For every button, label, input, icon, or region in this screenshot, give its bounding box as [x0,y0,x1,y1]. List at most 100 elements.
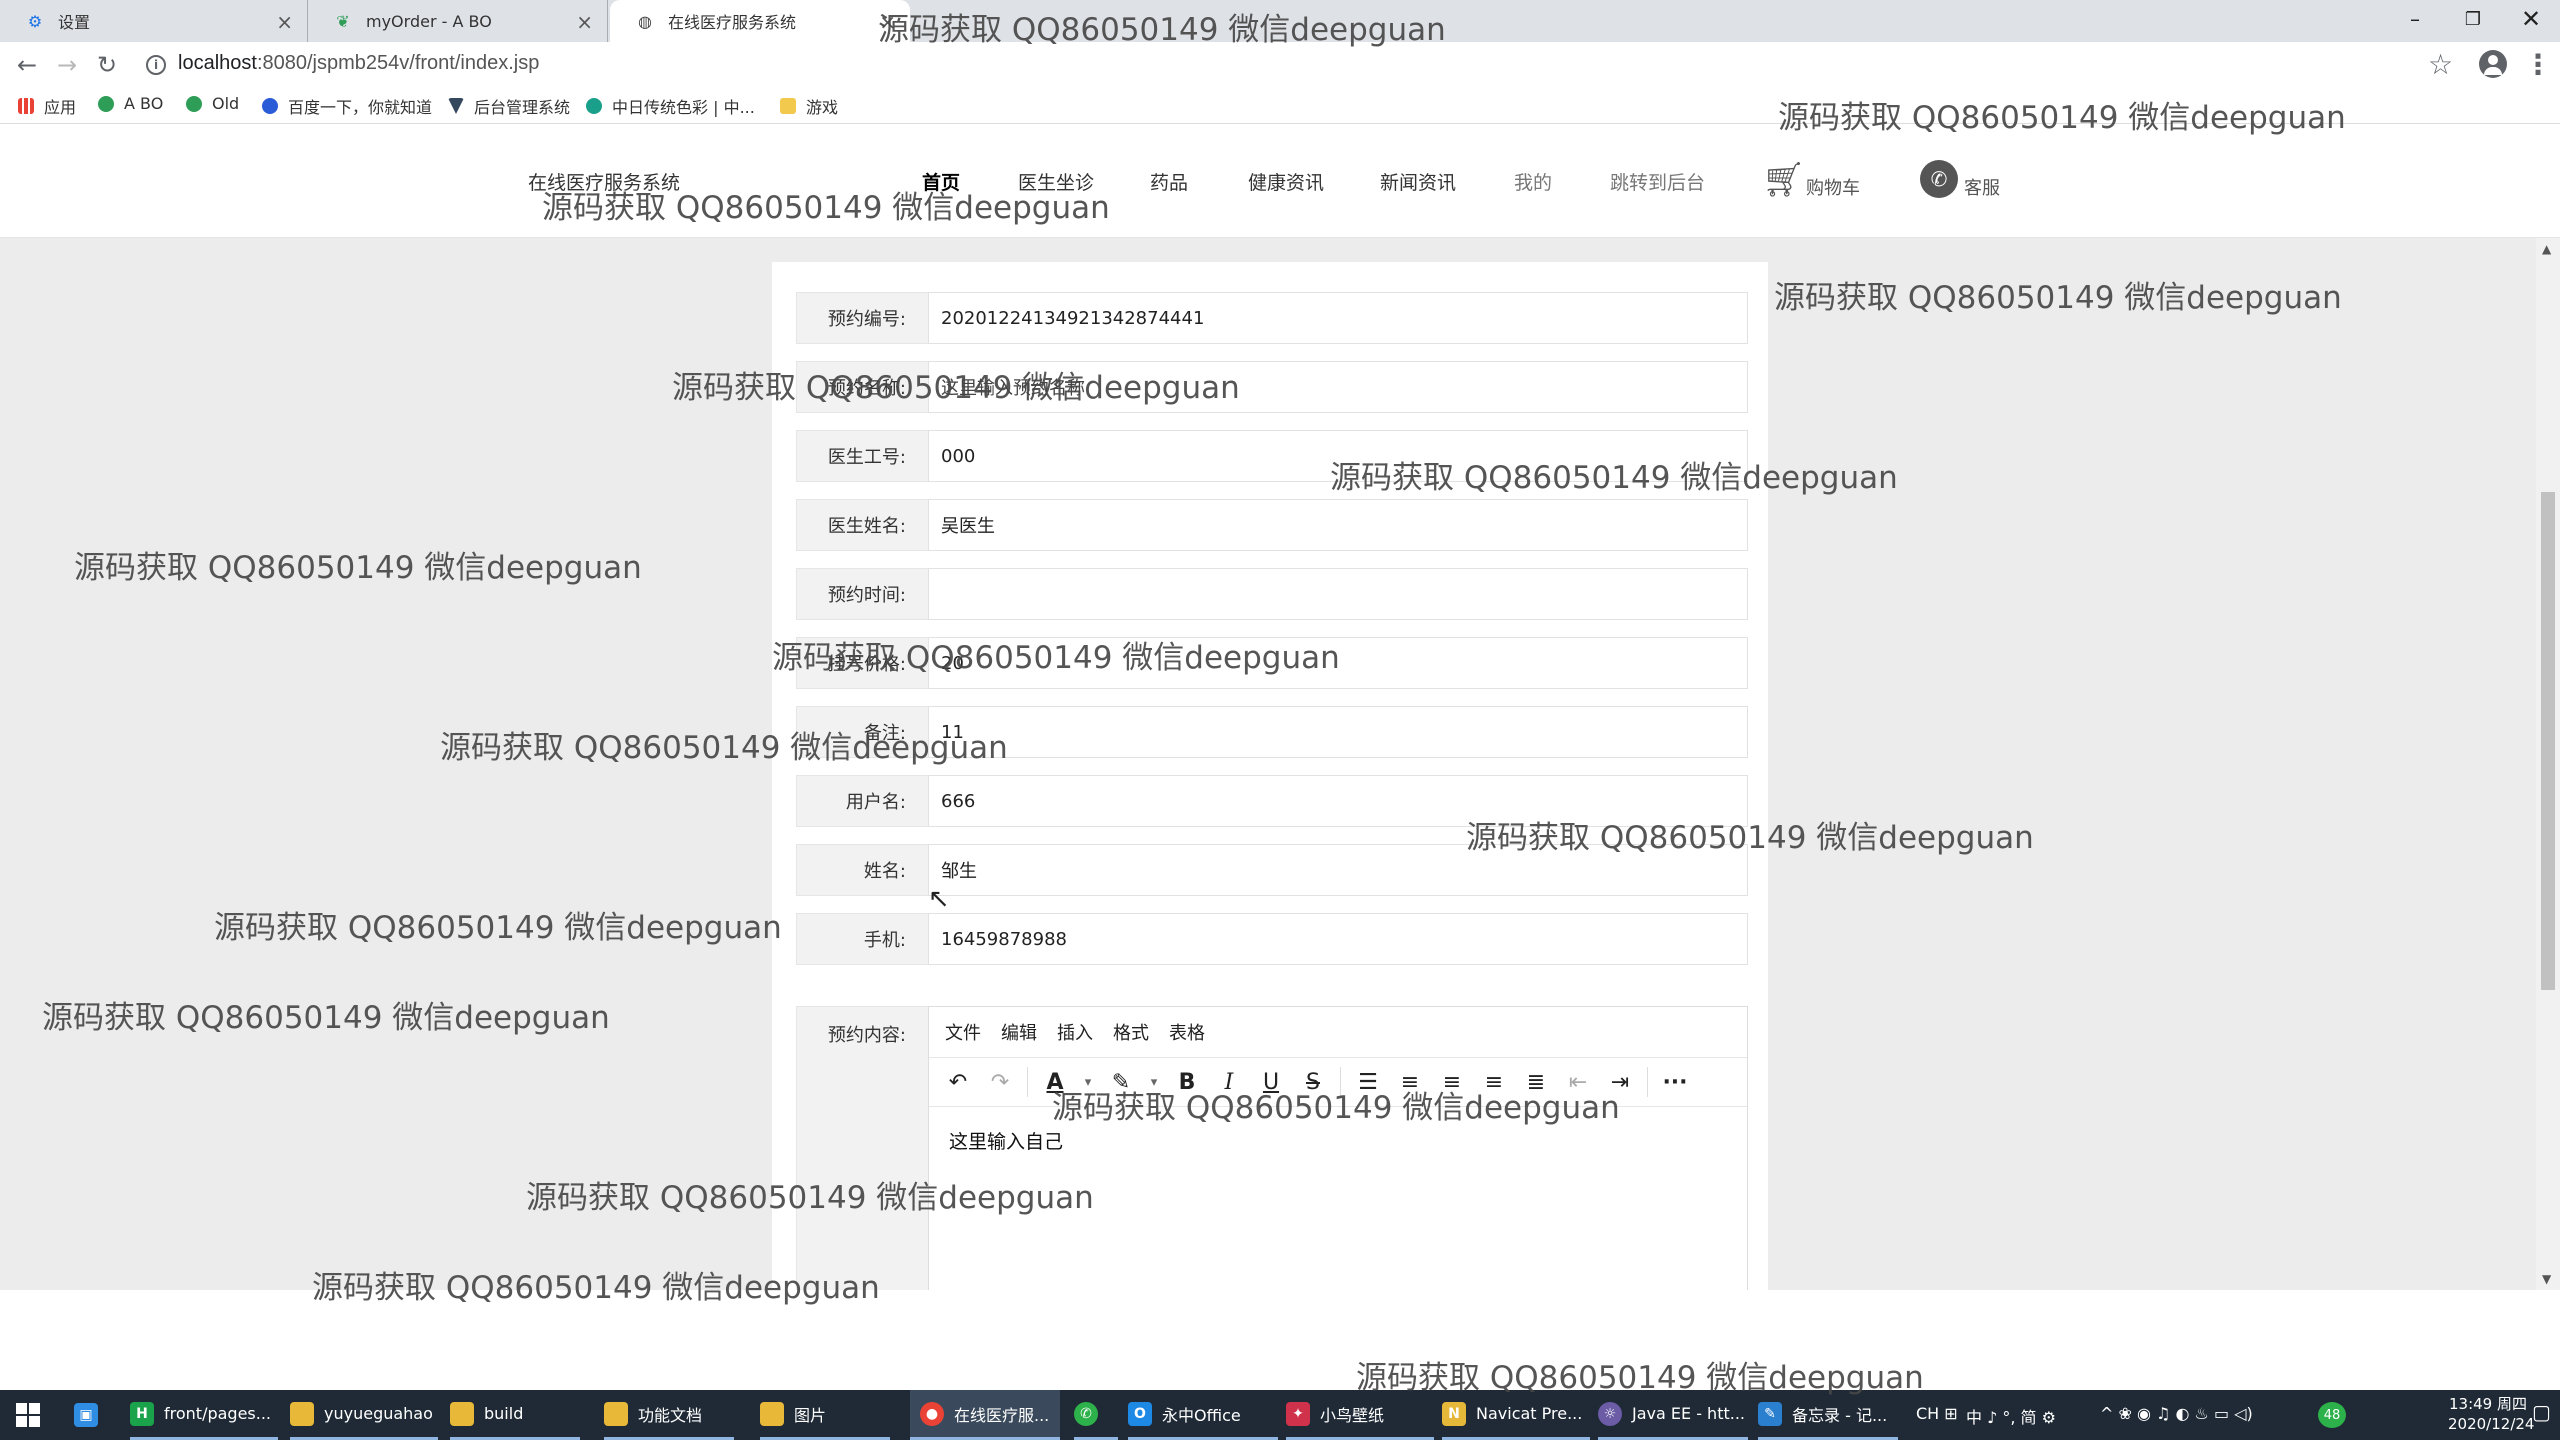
folder-icon [450,1401,474,1426]
appointment-time-input[interactable] [928,568,1748,620]
nav-news[interactable]: 新闻资讯 [1380,168,1456,195]
star-icon[interactable]: ☆ [2428,48,2453,81]
bookmark-apps[interactable]: 应用 [18,94,76,118]
bookmark-abo[interactable]: A BO [98,94,163,113]
folder-icon [604,1401,628,1426]
redo-icon[interactable]: ↷ [979,1062,1021,1102]
doctor-name-input[interactable]: 吴医生 [928,499,1748,551]
bookmark-old[interactable]: Old [186,94,239,113]
folder-icon [780,98,796,114]
phone-input[interactable]: 16459878988 [928,913,1748,965]
bookmark-colors[interactable]: 中日传统色彩 | 中... [586,94,755,118]
bookmark-label: 后台管理系统 [474,98,571,117]
forward-button[interactable]: → [52,50,82,80]
editor-content[interactable]: 这里输入自己 [949,1127,1063,1154]
bookmark-games[interactable]: 游戏 [780,94,838,118]
watermark: 源码获取 QQ86050149 微信deepguan [542,190,1110,226]
system-clock[interactable]: 13:49 周四 2020/12/24 [2448,1394,2535,1434]
tab-medical-system[interactable]: ◍ 在线医疗服务系统 × [610,0,910,42]
watermark: 源码获取 QQ86050149 微信deepguan [1356,1360,1924,1396]
taskbar-item[interactable]: O 永中Office [1128,1390,1278,1440]
nav-mine[interactable]: 我的 [1514,168,1552,195]
leaf-icon [98,95,114,112]
site-header: 在线医疗服务系统 首页 医生坐诊 药品 健康资讯 新闻资讯 我的 跳转到后台 🛒… [0,124,2560,238]
taskbar-item[interactable]: yuyueguahao [290,1390,438,1440]
watermark: 源码获取 QQ86050149 微信deepguan [1330,460,1898,496]
folder-icon [290,1401,314,1426]
menu-table[interactable]: 表格 [1169,1019,1205,1045]
nav-health-info[interactable]: 健康资讯 [1248,168,1324,195]
address-bar[interactable]: localhost:8080/jspmb254v/front/index.jsp [178,52,539,75]
windows-start-icon[interactable] [16,1403,40,1427]
taskbar-item[interactable]: 功能文档 [604,1390,734,1440]
restore-button[interactable]: ❐ [2444,0,2502,38]
taskbar-item-chrome[interactable]: ● 在线医疗服... [910,1390,1060,1440]
close-icon[interactable]: × [276,10,293,34]
menu-file[interactable]: 文件 [945,1019,981,1045]
taskbar-item[interactable]: H front/pages... [130,1390,278,1440]
cart-icon[interactable]: 🛒︎ [1762,160,1805,200]
scrollbar-thumb[interactable] [2541,492,2555,990]
taskbar-item-wechat[interactable]: ✆ [1074,1390,1118,1440]
watermark: 源码获取 QQ86050149 微信deepguan [74,550,642,586]
field-label: 用户名: [796,775,928,827]
appointment-no-input[interactable]: 20201224134921342874441 [928,292,1748,344]
menu-edit[interactable]: 编辑 [1001,1019,1037,1045]
bookmark-label: Old [212,94,240,113]
nav-medicine[interactable]: 药品 [1150,168,1188,195]
main-content: 预约编号: 20201224134921342874441 预约名称: 这里输入… [0,238,2536,1316]
folder-icon [760,1401,784,1426]
bookmark-baidu[interactable]: 百度一下，你就知道 [262,94,432,118]
undo-icon[interactable]: ↶ [937,1062,979,1102]
close-icon[interactable]: × [576,10,593,34]
taskbar-item[interactable]: ☼ Java EE - htt... [1598,1390,1748,1440]
bookmark-admin[interactable]: 后台管理系统 [448,94,570,118]
taskbar-label: yuyueguahao [324,1404,433,1423]
tab-title: 设置 [58,13,91,32]
service-link[interactable]: 客服 [1964,174,2000,200]
field-label: 手机: [796,913,928,965]
watermark: 源码获取 QQ86050149 微信deepguan [1774,280,2342,316]
tab-settings[interactable]: ⚙ 设置 × [0,0,308,42]
taskbar-item[interactable]: 图片 [760,1390,890,1440]
reload-button[interactable]: ↻ [92,50,122,80]
leaf-icon [186,95,202,112]
more-vertical-icon[interactable]: ⋮ [2524,48,2552,81]
taskbar-pinned-app[interactable]: ▣ [74,1390,114,1440]
action-center-icon[interactable]: ▢ [2532,1400,2551,1424]
watermark: 源码获取 QQ86050149 微信deepguan [772,640,1340,676]
rich-text-editor: 文件 编辑 插入 格式 表格 ↶ ↷ A ▾ ✎ ▾ B I U S ☰ ≡ ≡… [928,1006,1748,1316]
page-scrollbar[interactable]: ▲ ▼ [2536,238,2560,1290]
close-window-button[interactable]: ✕ [2502,0,2560,38]
menu-format[interactable]: 格式 [1113,1019,1149,1045]
clock-date: 2020/12/24 [2448,1415,2535,1433]
scroll-up-icon[interactable]: ▲ [2542,242,2551,256]
menu-insert[interactable]: 插入 [1057,1019,1093,1045]
taskbar-item[interactable]: ✎ 备忘录 - 记... [1758,1390,1898,1440]
bird-icon: ✦ [1286,1401,1310,1426]
remark-input[interactable]: 11 [928,706,1748,758]
wechat-icon[interactable]: ✆ [1920,160,1958,198]
more-icon[interactable]: ··· [1654,1062,1696,1102]
navicat-icon: N [1442,1401,1466,1426]
nav-admin[interactable]: 跳转到后台 [1610,168,1705,195]
ime-status[interactable]: 中 ♪ °, 简 ⚙ [1966,1404,2056,1428]
notification-badge[interactable]: 48 [2318,1402,2346,1428]
taskbar-item[interactable]: build [450,1390,580,1440]
taskbar-label: 图片 [794,1405,827,1425]
taskbar-item[interactable]: ✦ 小鸟壁纸 [1286,1390,1434,1440]
taskbar-label: Navicat Pre... [1476,1404,1583,1423]
input-method-indicator[interactable]: CH ⊞ [1916,1404,1958,1423]
info-icon[interactable]: i [146,55,166,75]
scroll-down-icon[interactable]: ▼ [2542,1272,2551,1286]
taskbar-item[interactable]: N Navicat Pre... [1442,1390,1590,1440]
tab-myorder[interactable]: ❦ myOrder - A BO × [308,0,608,42]
gear-icon: ⚙ [27,11,43,31]
profile-icon[interactable] [2479,50,2507,78]
cart-link[interactable]: 购物车 [1806,174,1860,200]
bookmark-label: 应用 [44,98,77,117]
minimize-button[interactable]: – [2386,0,2444,38]
tray-icons[interactable]: ^ ❀ ◉ ♫ ◐ ♨ ▭ ◁) [2100,1404,2253,1423]
back-button[interactable]: ← [12,50,42,80]
taskbar-label: Java EE - htt... [1632,1404,1745,1423]
